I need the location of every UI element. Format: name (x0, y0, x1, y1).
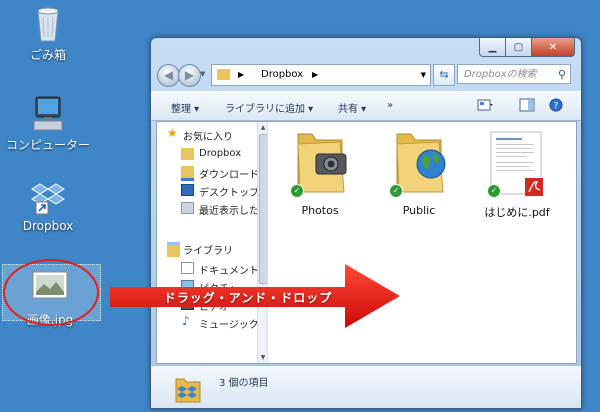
maximize-button[interactable]: ▢ (506, 38, 532, 57)
library-icon (167, 242, 180, 257)
folder-icon (217, 69, 230, 80)
breadcrumb-separator[interactable]: ▶ (312, 65, 318, 85)
refresh-icon: ⇆ (439, 68, 449, 81)
folder-camera-icon: ✓ (290, 128, 350, 198)
forward-button[interactable]: ▶ (178, 64, 201, 87)
file-item-readme-pdf[interactable]: ✓ はじめに.pdf (472, 128, 562, 220)
search-placeholder: Dropboxの検索 (464, 69, 537, 80)
svg-text:?: ? (554, 102, 559, 112)
breadcrumb-separator[interactable]: ▶ (238, 65, 244, 85)
file-item-photos[interactable]: ✓ Photos (275, 128, 365, 217)
search-icon[interactable]: ⚲ (558, 65, 566, 85)
dropbox-folder-large-icon (175, 378, 201, 403)
navigation-bar: ◀ ▶ ▼ ▶ Dropbox ▶ ▼ ⇆ Dropboxの検索 ⚲ (157, 62, 575, 88)
back-button[interactable]: ◀ (157, 64, 180, 87)
search-input[interactable]: Dropboxの検索 ⚲ (457, 64, 571, 84)
minimize-button[interactable]: ▁ (479, 38, 506, 57)
desktop-icon-recycle-bin[interactable]: ごみ箱 (2, 5, 94, 63)
synced-check-icon: ✓ (290, 184, 304, 198)
explorer-window[interactable]: ▁ ▢ ✕ ◀ ▶ ▼ ▶ Dropbox ▶ ▼ ⇆ Dropboxの検索 ⚲… (150, 37, 582, 409)
recent-places-icon (181, 202, 194, 214)
drag-and-drop-label: ドラッグ・アンド・ドロップ (163, 291, 333, 305)
breadcrumb-dropbox[interactable]: Dropbox (261, 65, 303, 85)
folder-globe-icon: ✓ (389, 128, 449, 198)
view-options-icon[interactable] (477, 98, 493, 112)
help-icon[interactable]: ? (548, 98, 564, 112)
address-bar[interactable]: ▶ Dropbox ▶ ▼ (211, 64, 431, 86)
desktop-icon-label: コンピューター (5, 138, 90, 152)
highlight-circle (3, 259, 99, 326)
pdf-document-icon: ✓ (487, 128, 547, 198)
command-bar: 整理 ▾ ライブラリに追加 ▾ 共有 ▾ » ? (151, 91, 581, 121)
computer-icon (28, 95, 68, 133)
item-count: 3 個の項目 (219, 378, 269, 389)
add-to-library-menu[interactable]: ライブラリに追加 ▾ (225, 100, 313, 115)
desktop-icon (181, 184, 194, 196)
dropbox-folder-icon (181, 148, 194, 160)
details-pane: 3 個の項目 (151, 365, 581, 408)
desktop-icon-computer[interactable]: コンピューター (2, 95, 94, 153)
refresh-button[interactable]: ⇆ (433, 64, 455, 86)
desktop-icon-label: Dropbox (22, 219, 74, 233)
recent-pages-dropdown[interactable]: ▼ (200, 70, 205, 78)
recycle-bin-icon (28, 5, 68, 43)
star-icon: ★ (167, 126, 178, 140)
synced-check-icon: ✓ (389, 184, 403, 198)
organize-menu[interactable]: 整理 ▾ (171, 100, 199, 115)
file-item-public[interactable]: ✓ Public (374, 128, 464, 217)
downloads-icon (181, 166, 194, 181)
synced-check-icon: ✓ (487, 184, 501, 198)
dropbox-shortcut-icon (28, 178, 68, 216)
desktop-icon-label: ごみ箱 (29, 48, 66, 62)
window-controls: ▁ ▢ ✕ (479, 38, 575, 57)
close-button[interactable]: ✕ (532, 38, 575, 57)
desktop-icon-dropbox[interactable]: Dropbox (2, 178, 94, 233)
share-menu[interactable]: 共有 ▾ (338, 100, 366, 115)
preview-pane-icon[interactable] (519, 98, 535, 112)
address-dropdown-icon[interactable]: ▼ (421, 65, 426, 85)
more-commands-button[interactable]: » (387, 100, 393, 111)
